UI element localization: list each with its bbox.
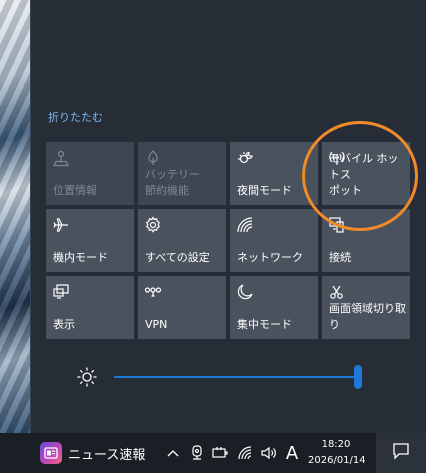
tile-label: VPN [145,318,168,331]
location-icon [52,149,70,167]
tile-label: ネットワーク [237,251,303,264]
connect-icon [328,216,346,234]
wifi-icon[interactable] [234,433,256,473]
tile-label: 接続 [329,251,351,264]
collapse-link[interactable]: 折りたたむ [48,109,103,125]
brightness-slider[interactable] [76,364,376,390]
battery-icon[interactable] [210,433,230,473]
airplane-icon [52,216,70,234]
brightness-thumb[interactable] [354,365,362,389]
tile-project[interactable]: 表示 [46,276,134,339]
tile-connect[interactable]: 接続 [322,209,410,272]
tile-night-light[interactable]: 夜間モード [230,142,318,205]
clock-time: 18:20 [321,439,351,450]
brightness-sun-icon [76,366,98,388]
volume-icon[interactable] [258,433,280,473]
battery-saver-icon [144,149,162,167]
quick-actions-grid: 位置情報 バッテリー 節約機能 夜間モード モバイル ホットス ポット 機内モー… [46,142,410,339]
tile-label: 夜間モード [237,184,292,197]
tile-label: 機内モード [53,251,108,264]
tile-label: モバイル ホットス ポット [329,152,399,197]
tile-focus-assist[interactable]: 集中モード [230,276,318,339]
tile-battery-saver[interactable]: バッテリー 節約機能 [138,142,226,205]
tile-mobile-hotspot[interactable]: モバイル ホットス ポット [322,142,410,205]
clock-date: 2026/01/14 [308,455,366,466]
ime-indicator[interactable]: A [282,433,302,473]
tile-label: 位置情報 [53,184,97,197]
tile-label: 表示 [53,318,75,331]
settings-gear-icon [144,216,162,234]
notification-center-button[interactable] [376,433,426,473]
tile-airplane-mode[interactable]: 機内モード [46,209,134,272]
night-light-icon [236,149,254,167]
vpn-icon [144,283,162,301]
brightness-track[interactable] [114,376,358,378]
tile-network[interactable]: ネットワーク [230,209,318,272]
tile-label: バッテリー 節約機能 [145,168,200,197]
news-widget[interactable]: ニュース速報 [40,441,145,465]
notification-icon [392,442,410,464]
screen-snip-icon [328,283,346,301]
tile-screen-snip[interactable]: 画面領域切り取り [322,276,410,339]
meet-now-icon[interactable] [187,433,207,473]
focus-assist-moon-icon [236,283,254,301]
tile-label: すべての設定 [145,251,210,264]
tile-vpn[interactable]: VPN [138,276,226,339]
network-icon [236,216,254,234]
tile-all-settings[interactable]: すべての設定 [138,209,226,272]
project-icon [52,283,70,301]
taskbar: ニュース速報 A 18:20 2026/01/14 [0,433,426,473]
clock[interactable]: 18:20 2026/01/14 [308,437,366,469]
news-label: ニュース速報 [68,447,146,463]
tile-label: 集中モード [237,318,292,331]
news-icon [40,442,62,464]
tile-location[interactable]: 位置情報 [46,142,134,205]
show-hidden-icons-chevron-icon[interactable] [163,433,183,473]
desktop-wallpaper [0,0,30,433]
tile-label: 画面領域切り取り [329,302,406,331]
